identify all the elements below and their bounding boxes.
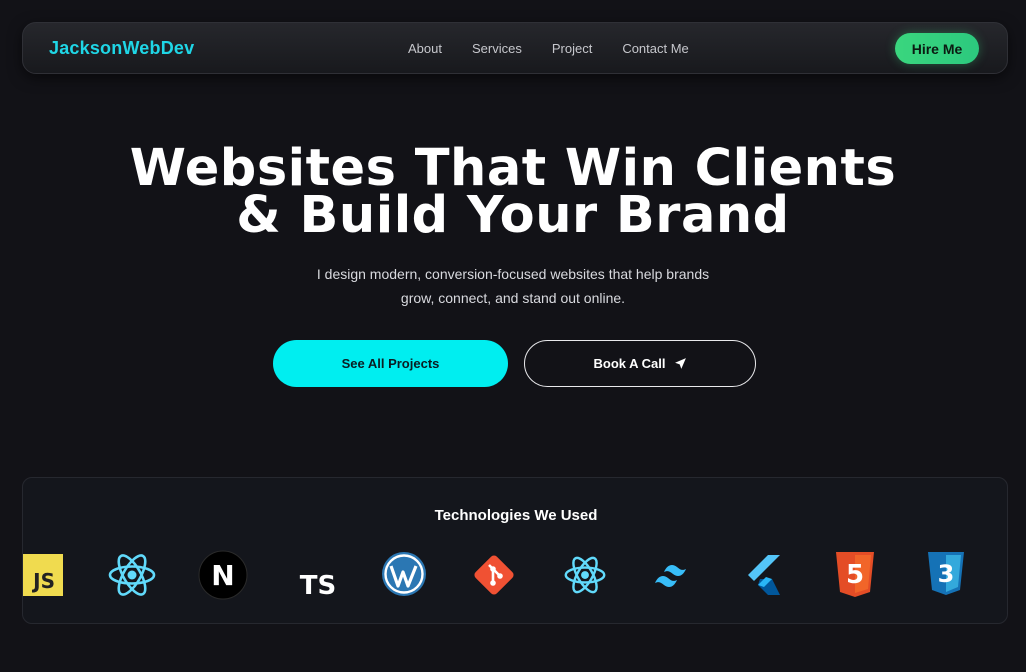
book-a-call-button[interactable]: Book A Call	[524, 340, 756, 387]
hero-subtitle-line-2: grow, connect, and stand out online.	[400, 290, 626, 306]
hero-title-line-1: Websites That Win Clients	[129, 139, 897, 198]
flutter-icon	[748, 555, 780, 595]
hero-subtitle-line-1: I design modern, conversion-focused webs…	[316, 266, 710, 282]
nav-link-project[interactable]: Project	[552, 41, 592, 56]
nav-link-services[interactable]: Services	[472, 41, 522, 56]
typescript-icon-text: TS	[300, 571, 336, 598]
hire-me-button[interactable]: Hire Me	[895, 33, 979, 64]
nextjs-icon: N	[198, 550, 248, 600]
react-icon	[564, 556, 606, 594]
hero-subtitle: I design modern, conversion-focused webs…	[0, 262, 1026, 310]
nav-link-contact[interactable]: Contact Me	[622, 41, 688, 56]
git-icon	[474, 555, 514, 595]
hero-title-line-2: & Build Your Brand	[236, 186, 790, 245]
html5-icon-text: 5	[846, 560, 864, 590]
javascript-icon-text: JS	[31, 569, 55, 593]
technologies-title: Technologies We Used	[434, 507, 598, 524]
see-all-projects-button[interactable]: See All Projects	[273, 340, 508, 387]
tailwind-icon	[655, 564, 686, 588]
book-a-call-label: Book A Call	[593, 356, 666, 371]
css3-icon-text: 3	[938, 560, 955, 588]
nextjs-icon-text: N	[211, 559, 234, 592]
technologies-panel: Technologies We Used JS N TS 5 3	[22, 477, 1008, 624]
nav-link-about[interactable]: About	[408, 41, 442, 56]
wordpress-icon	[382, 552, 426, 596]
hero-title: Websites That Win Clients & Build Your B…	[0, 139, 1026, 245]
typescript-icon: TS	[300, 571, 336, 598]
send-arrow-icon	[674, 358, 686, 369]
css3-icon: 3	[928, 552, 964, 595]
brand-logo[interactable]: JacksonWebDev	[49, 38, 194, 59]
react-icon	[108, 554, 156, 596]
navbar: JacksonWebDev About Services Project Con…	[22, 22, 1008, 74]
nav-links: About Services Project Contact Me	[408, 41, 689, 56]
javascript-icon: JS	[23, 554, 63, 596]
html5-icon: 5	[836, 552, 874, 597]
